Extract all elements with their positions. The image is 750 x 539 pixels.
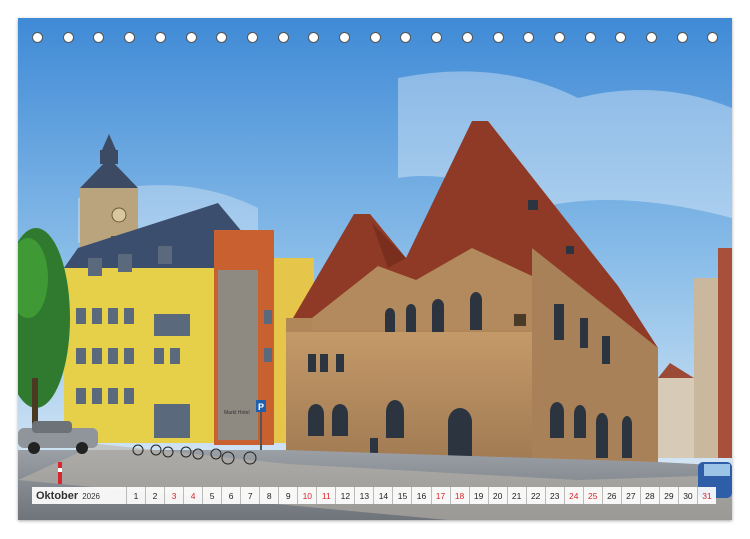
day-cell: 30 (677, 487, 697, 504)
day-cell: 15 (392, 487, 411, 504)
day-cell: 20 (487, 487, 507, 504)
binding-ring (676, 32, 688, 43)
binding-ring (32, 32, 43, 43)
day-cell: 23 (544, 487, 564, 504)
day-cell: 7 (240, 487, 259, 504)
binding-ring (492, 32, 504, 43)
binding-ring (707, 32, 719, 43)
calendar-strip: Oktober 2026 1 2 3 4 5 6 7 8 9 10 11 12 13 14 15 16 17 18… (32, 487, 716, 504)
month-label: Oktober 2026 (32, 490, 126, 502)
hotel-sign: Markt Hotel (224, 410, 250, 416)
day-cell: 12 (335, 487, 354, 504)
day-cell: 18 (449, 487, 469, 504)
day-cell: 11 (316, 487, 335, 504)
day-cell: 25 (582, 487, 602, 504)
binding-ring (431, 32, 443, 43)
day-cell: 31 (696, 487, 716, 504)
day-cell: 5 (202, 487, 221, 504)
day-cell: 1 (126, 487, 145, 504)
photo-erfurt-street: Markt Hotel P (18, 18, 732, 520)
binding-ring (339, 32, 350, 43)
day-cell: 8 (259, 487, 278, 504)
day-cell: 17 (430, 487, 450, 504)
day-cell: 13 (354, 487, 373, 504)
year-label: 2026 (82, 491, 100, 501)
binding-ring (400, 32, 412, 43)
day-cell: 16 (411, 487, 430, 504)
day-cell: 6 (221, 487, 240, 504)
binding-ring (369, 32, 381, 43)
day-cell: 10 (297, 487, 316, 504)
binding-ring (308, 32, 320, 43)
binding-ring (461, 32, 473, 43)
month-name: Oktober (36, 489, 79, 502)
binding-ring (93, 32, 105, 43)
day-cell: 3 (164, 487, 183, 504)
day-cell: 2 (145, 487, 164, 504)
day-cell: 19 (468, 487, 488, 504)
day-cell: 24 (563, 487, 583, 504)
binding-ring (124, 32, 136, 43)
binding-ring (246, 32, 258, 43)
binding-ring (553, 32, 565, 43)
day-cell: 4 (183, 487, 202, 504)
day-cell: 27 (620, 487, 640, 504)
binding-ring (185, 32, 197, 43)
binding-ring (523, 32, 535, 43)
binding-ring (154, 32, 166, 43)
day-cell: 22 (525, 487, 545, 504)
svg-text:P: P (258, 402, 264, 412)
binding-ring (584, 32, 596, 43)
day-cell: 29 (658, 487, 678, 504)
day-cell: 14 (373, 487, 392, 504)
day-cell: 21 (506, 487, 526, 504)
day-cell: 28 (639, 487, 659, 504)
day-cell: 26 (601, 487, 621, 504)
binding-rings (18, 26, 732, 50)
binding-ring (216, 32, 228, 43)
binding-ring (646, 32, 657, 43)
day-cell: 9 (278, 487, 297, 504)
binding-ring (277, 32, 289, 43)
binding-ring (62, 32, 74, 43)
calendar-page: Markt Hotel P Oktober 2026 1 2 3 4 5 6 7… (18, 18, 732, 520)
day-cells: 1 2 3 4 5 6 7 8 9 10 11 12 13 14 15 16 17 18 19 20 21 22 23 24 2… (126, 487, 716, 504)
binding-ring (615, 32, 627, 43)
